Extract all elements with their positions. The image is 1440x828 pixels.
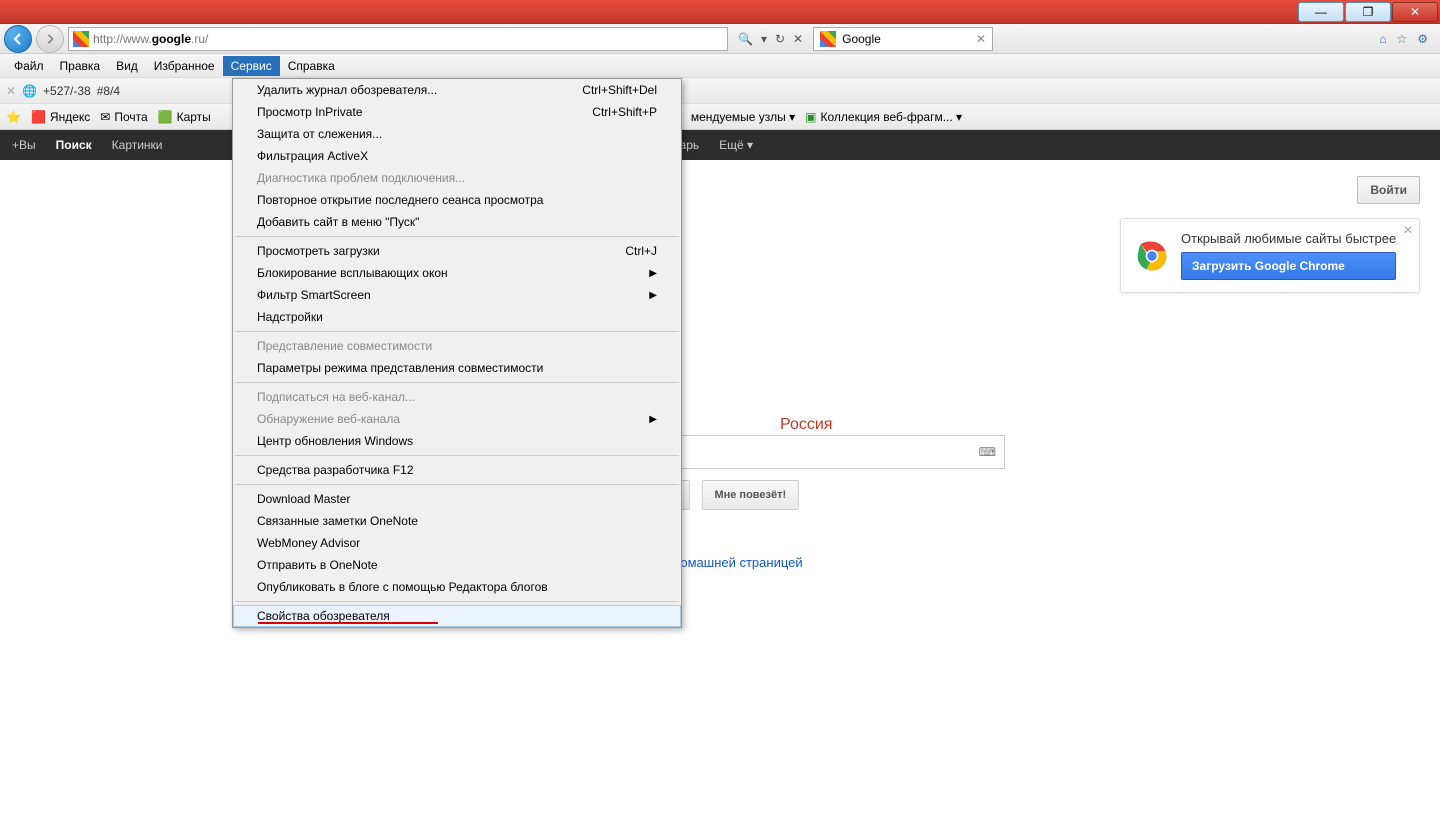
menu-item[interactable]: Опубликовать в блоге с помощью Редактора… — [233, 576, 681, 598]
page-content: Войти ✕ Открывай любимые сайты быстрее З… — [0, 160, 1440, 828]
stop-icon[interactable]: ✕ — [793, 32, 803, 46]
menu-bar: Файл Правка Вид Избранное Сервис Справка — [0, 54, 1440, 78]
promo-text: Открывай любимые сайты быстрее — [1181, 231, 1396, 246]
menu-help[interactable]: Справка — [280, 56, 343, 76]
url-action-icons: 🔍 ▾ ↻ ✕ — [732, 32, 809, 46]
service-menu-dropdown: Удалить журнал обозревателя...Ctrl+Shift… — [232, 78, 682, 628]
menu-item[interactable]: Центр обновления Windows — [233, 430, 681, 452]
favorite-maps[interactable]: 🟩Карты — [158, 110, 211, 124]
gbar-more[interactable]: Ещё ▾ — [719, 138, 753, 152]
navigation-toolbar: http://www.google.ru/ 🔍 ▾ ↻ ✕ Google ✕ ⌂… — [0, 24, 1440, 54]
google-black-bar: +Вы Поиск Картинки дарь Ещё ▾ — [0, 130, 1440, 160]
menu-file[interactable]: Файл — [6, 56, 52, 76]
menu-item[interactable]: Надстройки — [233, 306, 681, 328]
extension-toolbar: ✕ 🌐 +527/-38 #8/4 — [0, 78, 1440, 104]
menu-edit[interactable]: Правка — [52, 56, 109, 76]
gbar-images[interactable]: Картинки — [112, 138, 163, 152]
search-icon[interactable]: 🔍 — [738, 32, 753, 46]
back-button[interactable] — [4, 25, 32, 53]
menu-item: Подписаться на веб-канал... — [233, 386, 681, 408]
menu-item[interactable]: Фильтрация ActiveX — [233, 145, 681, 167]
menu-item[interactable]: Средства разработчика F12 — [233, 459, 681, 481]
browser-tab[interactable]: Google ✕ — [813, 27, 993, 51]
menu-service[interactable]: Сервис — [223, 56, 280, 76]
menu-item[interactable]: Download Master — [233, 488, 681, 510]
favorite-yandex[interactable]: 🟥Яндекс — [31, 110, 90, 124]
promo-download-button[interactable]: Загрузить Google Chrome — [1181, 252, 1396, 280]
menu-item[interactable]: WebMoney Advisor — [233, 532, 681, 554]
tab-close-icon[interactable]: ✕ — [976, 32, 986, 46]
menu-item[interactable]: Добавить сайт в меню "Пуск" — [233, 211, 681, 233]
keyboard-icon[interactable]: ⌨ — [979, 445, 996, 459]
add-favorite-star-icon[interactable]: ⭐ — [6, 110, 21, 124]
menu-view[interactable]: Вид — [108, 56, 146, 76]
menu-item[interactable]: Связанные заметки OneNote — [233, 510, 681, 532]
feeling-lucky-button[interactable]: Мне повезёт! — [701, 480, 799, 510]
logo-region: Россия — [780, 416, 860, 434]
address-bar[interactable]: http://www.google.ru/ — [68, 27, 728, 51]
menu-favorites[interactable]: Избранное — [146, 56, 223, 76]
hash-text: #8/4 — [97, 84, 120, 98]
favorite-mail[interactable]: ✉Почта — [100, 110, 147, 124]
web-slices[interactable]: ▣Коллекция веб-фрагм... ▾ — [805, 110, 962, 124]
menu-item[interactable]: Свойства обозревателя — [233, 605, 681, 627]
home-icon[interactable]: ⌂ — [1379, 32, 1386, 46]
menu-item[interactable]: Удалить журнал обозревателя...Ctrl+Shift… — [233, 79, 681, 101]
menu-item: Диагностика проблем подключения... — [233, 167, 681, 189]
site-favicon — [73, 31, 89, 47]
menu-item: Обнаружение веб-канала▶ — [233, 408, 681, 430]
suggested-sites[interactable]: мендуемые узлы ▾ — [691, 110, 795, 124]
close-window-button[interactable]: ✕ — [1392, 2, 1438, 22]
globe-icon[interactable]: 🌐 — [22, 84, 37, 98]
favorites-star-icon[interactable]: ☆ — [1396, 32, 1407, 46]
maximize-button[interactable]: ❐ — [1345, 2, 1391, 22]
promo-close-icon[interactable]: ✕ — [1403, 223, 1413, 237]
menu-item[interactable]: Защита от слежения... — [233, 123, 681, 145]
menu-item[interactable]: Просмотреть загрузкиCtrl+J — [233, 240, 681, 262]
menu-item[interactable]: Фильтр SmartScreen▶ — [233, 284, 681, 306]
close-toolbar-icon[interactable]: ✕ — [6, 84, 16, 98]
menu-item[interactable]: Отправить в OneNote — [233, 554, 681, 576]
tab-title: Google — [842, 32, 881, 46]
menu-item[interactable]: Повторное открытие последнего сеанса про… — [233, 189, 681, 211]
menu-item[interactable]: Просмотр InPrivateCtrl+Shift+P — [233, 101, 681, 123]
stat-text: +527/-38 — [43, 84, 91, 98]
favorites-bar: ⭐ 🟥Яндекс ✉Почта 🟩Карты мендуемые узлы ▾… — [0, 104, 1440, 130]
gbar-search[interactable]: Поиск — [56, 138, 92, 152]
gbar-you[interactable]: +Вы — [12, 138, 36, 152]
chrome-icon — [1133, 237, 1171, 275]
window-tools: ⌂ ☆ ⚙ — [1379, 32, 1436, 46]
window-titlebar: — ❐ ✕ — [0, 0, 1440, 24]
menu-item[interactable]: Блокирование всплывающих окон▶ — [233, 262, 681, 284]
forward-button[interactable] — [36, 25, 64, 53]
menu-item[interactable]: Параметры режима представления совместим… — [233, 357, 681, 379]
menu-item: Представление совместимости — [233, 335, 681, 357]
minimize-button[interactable]: — — [1298, 2, 1344, 22]
signin-button[interactable]: Войти — [1357, 176, 1420, 204]
tools-gear-icon[interactable]: ⚙ — [1417, 32, 1428, 46]
tab-favicon — [820, 31, 836, 47]
chrome-promo: ✕ Открывай любимые сайты быстрее Загрузи… — [1120, 218, 1420, 293]
refresh-icon[interactable]: ↻ — [775, 32, 785, 46]
url-text[interactable]: http://www.google.ru/ — [93, 32, 723, 46]
search-dropdown-icon[interactable]: ▾ — [761, 32, 767, 46]
